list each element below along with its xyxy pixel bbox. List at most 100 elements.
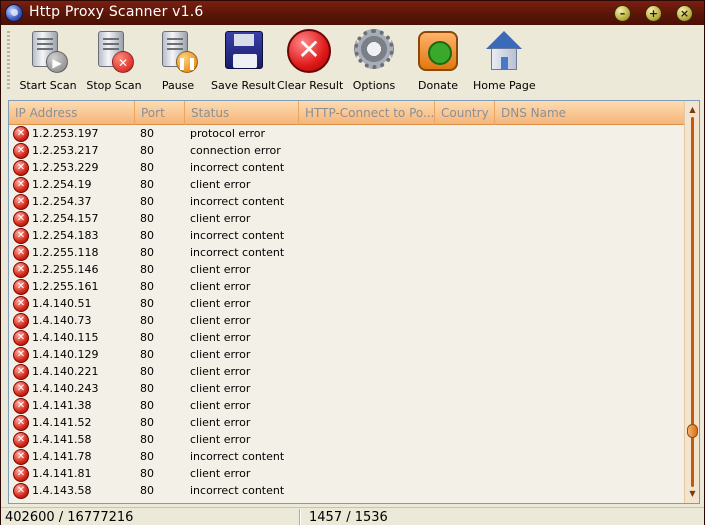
cell-port: 80 [140, 450, 154, 463]
pause-button[interactable]: ❚❚ Pause [151, 29, 205, 95]
minimize-button[interactable]: – [614, 5, 631, 22]
toolbar-grip[interactable] [7, 31, 10, 91]
column-port[interactable]: Port [135, 101, 185, 125]
proxy-found-count: 1457 / 1536 [309, 510, 388, 525]
cell-status: connection error [190, 144, 281, 157]
cell-ip-address: 1.4.143.58 [32, 484, 92, 497]
stop-scan-label: Stop Scan [86, 79, 142, 92]
cell-status: incorrect content [190, 450, 285, 463]
table-row[interactable]: ✕ 1.2.254.19 80 client error [9, 177, 685, 194]
table-row[interactable]: ✕ 1.4.140.243 80 client error [9, 381, 685, 398]
stop-scan-button[interactable]: ✕ Stop Scan [85, 29, 143, 95]
table-row[interactable]: ✕ 1.4.143.58 80 incorrect content [9, 483, 685, 500]
table-row[interactable]: ✕ 1.4.140.73 80 client error [9, 313, 685, 330]
cell-ip-address: 1.4.141.52 [32, 416, 92, 429]
cell-port: 80 [140, 314, 154, 327]
cell-ip-address: 1.4.140.243 [32, 382, 99, 395]
app-globe-icon [5, 4, 23, 22]
list-header: IP Address Port Status HTTP-Connect to P… [9, 101, 685, 125]
cell-port: 80 [140, 399, 154, 412]
options-label: Options [352, 79, 396, 92]
scroll-down-arrow-icon[interactable]: ▼ [686, 487, 699, 501]
cell-port: 80 [140, 484, 154, 497]
cell-status: client error [190, 178, 251, 191]
donate-hand-coin-icon [414, 29, 462, 73]
cell-ip-address: 1.4.140.221 [32, 365, 99, 378]
cell-ip-address: 1.4.141.78 [32, 450, 92, 463]
table-row[interactable]: ✕ 1.4.140.115 80 client error [9, 330, 685, 347]
scan-progress-count: 402600 / 16777216 [1, 509, 301, 525]
cell-port: 80 [140, 144, 154, 157]
table-row[interactable]: ✕ 1.2.254.157 80 client error [9, 211, 685, 228]
table-row[interactable]: ✕ 1.2.253.229 80 incorrect content [9, 160, 685, 177]
error-x-icon: ✕ [13, 126, 29, 142]
cell-status: client error [190, 399, 251, 412]
house-icon [480, 29, 528, 73]
table-row[interactable]: ✕ 1.2.255.118 80 incorrect content [9, 245, 685, 262]
table-row[interactable]: ✕ 1.2.253.217 80 connection error [9, 143, 685, 160]
table-row[interactable]: ✕ 1.2.255.161 80 client error [9, 279, 685, 296]
error-x-icon: ✕ [13, 262, 29, 278]
close-button[interactable]: × [676, 5, 693, 22]
cell-port: 80 [140, 416, 154, 429]
error-x-icon: ✕ [13, 296, 29, 312]
error-x-icon: ✕ [13, 245, 29, 261]
app-window: Http Proxy Scanner v1.6 – + × ▶ Start Sc… [0, 0, 705, 525]
cell-ip-address: 1.2.255.146 [32, 263, 99, 276]
table-row[interactable]: ✕ 1.2.254.37 80 incorrect content [9, 194, 685, 211]
cell-ip-address: 1.2.254.183 [32, 229, 99, 242]
table-row[interactable]: ✕ 1.4.141.81 80 client error [9, 466, 685, 483]
donate-label: Donate [418, 79, 458, 92]
table-row[interactable]: ✕ 1.2.255.146 80 client error [9, 262, 685, 279]
table-row[interactable]: ✕ 1.4.141.52 80 client error [9, 415, 685, 432]
floppy-disk-icon [219, 29, 267, 73]
maximize-button[interactable]: + [645, 5, 662, 22]
error-x-icon: ✕ [13, 415, 29, 431]
table-row[interactable]: ✕ 1.4.141.58 80 client error [9, 432, 685, 449]
cell-port: 80 [140, 433, 154, 446]
cell-ip-address: 1.2.255.161 [32, 280, 99, 293]
save-result-button[interactable]: Save Result [211, 29, 276, 95]
error-x-icon: ✕ [13, 347, 29, 363]
home-page-label: Home Page [473, 79, 536, 92]
error-x-icon: ✕ [13, 483, 29, 499]
cell-status: client error [190, 314, 251, 327]
table-row[interactable]: ✕ 1.4.140.51 80 client error [9, 296, 685, 313]
pause-icon: ❚❚ [154, 29, 202, 73]
cell-ip-address: 1.4.140.129 [32, 348, 99, 361]
table-row[interactable]: ✕ 1.4.141.78 80 incorrect content [9, 449, 685, 466]
home-page-button[interactable]: Home Page [473, 29, 536, 95]
start-scan-button[interactable]: ▶ Start Scan [19, 29, 77, 95]
results-list[interactable]: IP Address Port Status HTTP-Connect to P… [8, 100, 700, 504]
error-x-icon: ✕ [13, 364, 29, 380]
scroll-thumb[interactable] [687, 424, 698, 438]
error-x-icon: ✕ [13, 194, 29, 210]
vertical-scrollbar[interactable]: ▲ ▼ [684, 101, 699, 503]
cell-status: client error [190, 263, 251, 276]
column-http-connect[interactable]: HTTP-Connect to Po... [299, 101, 435, 125]
gear-icon [350, 29, 398, 73]
cell-port: 80 [140, 229, 154, 242]
cell-ip-address: 1.4.140.73 [32, 314, 92, 327]
table-row[interactable]: ✕ 1.4.140.129 80 client error [9, 347, 685, 364]
table-row[interactable]: ✕ 1.2.253.197 80 protocol error [9, 126, 685, 143]
cell-status: client error [190, 297, 251, 310]
donate-button[interactable]: Donate [411, 29, 465, 95]
column-country[interactable]: Country [435, 101, 495, 125]
table-row[interactable]: ✕ 1.2.254.183 80 incorrect content [9, 228, 685, 245]
options-button[interactable]: Options [347, 29, 401, 95]
column-dns-name[interactable]: DNS Name [495, 101, 685, 125]
title-bar[interactable]: Http Proxy Scanner v1.6 – + × [1, 1, 704, 25]
cell-port: 80 [140, 348, 154, 361]
clear-result-button[interactable]: ✕ Clear Result [277, 29, 343, 95]
table-row[interactable]: ✕ 1.4.141.38 80 client error [9, 398, 685, 415]
cell-port: 80 [140, 263, 154, 276]
scroll-up-arrow-icon[interactable]: ▲ [686, 103, 699, 117]
table-row[interactable]: ✕ 1.4.140.221 80 client error [9, 364, 685, 381]
cell-port: 80 [140, 246, 154, 259]
column-ip-address[interactable]: IP Address [9, 101, 135, 125]
column-status[interactable]: Status [185, 101, 299, 125]
clear-x-icon: ✕ [285, 29, 333, 73]
error-x-icon: ✕ [13, 449, 29, 465]
cell-status: client error [190, 348, 251, 361]
